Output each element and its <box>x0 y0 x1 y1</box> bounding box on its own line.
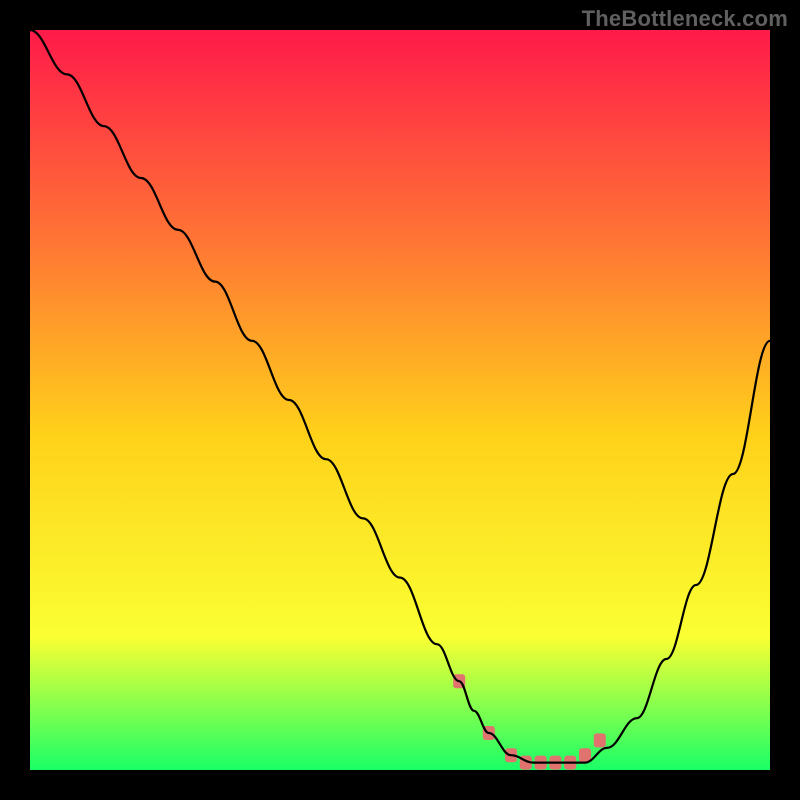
chart-svg <box>30 30 770 770</box>
chart-frame: TheBottleneck.com <box>0 0 800 800</box>
gradient-background <box>30 30 770 770</box>
marker-dot <box>594 733 606 747</box>
plot-area <box>30 30 770 770</box>
watermark-text: TheBottleneck.com <box>582 6 788 32</box>
